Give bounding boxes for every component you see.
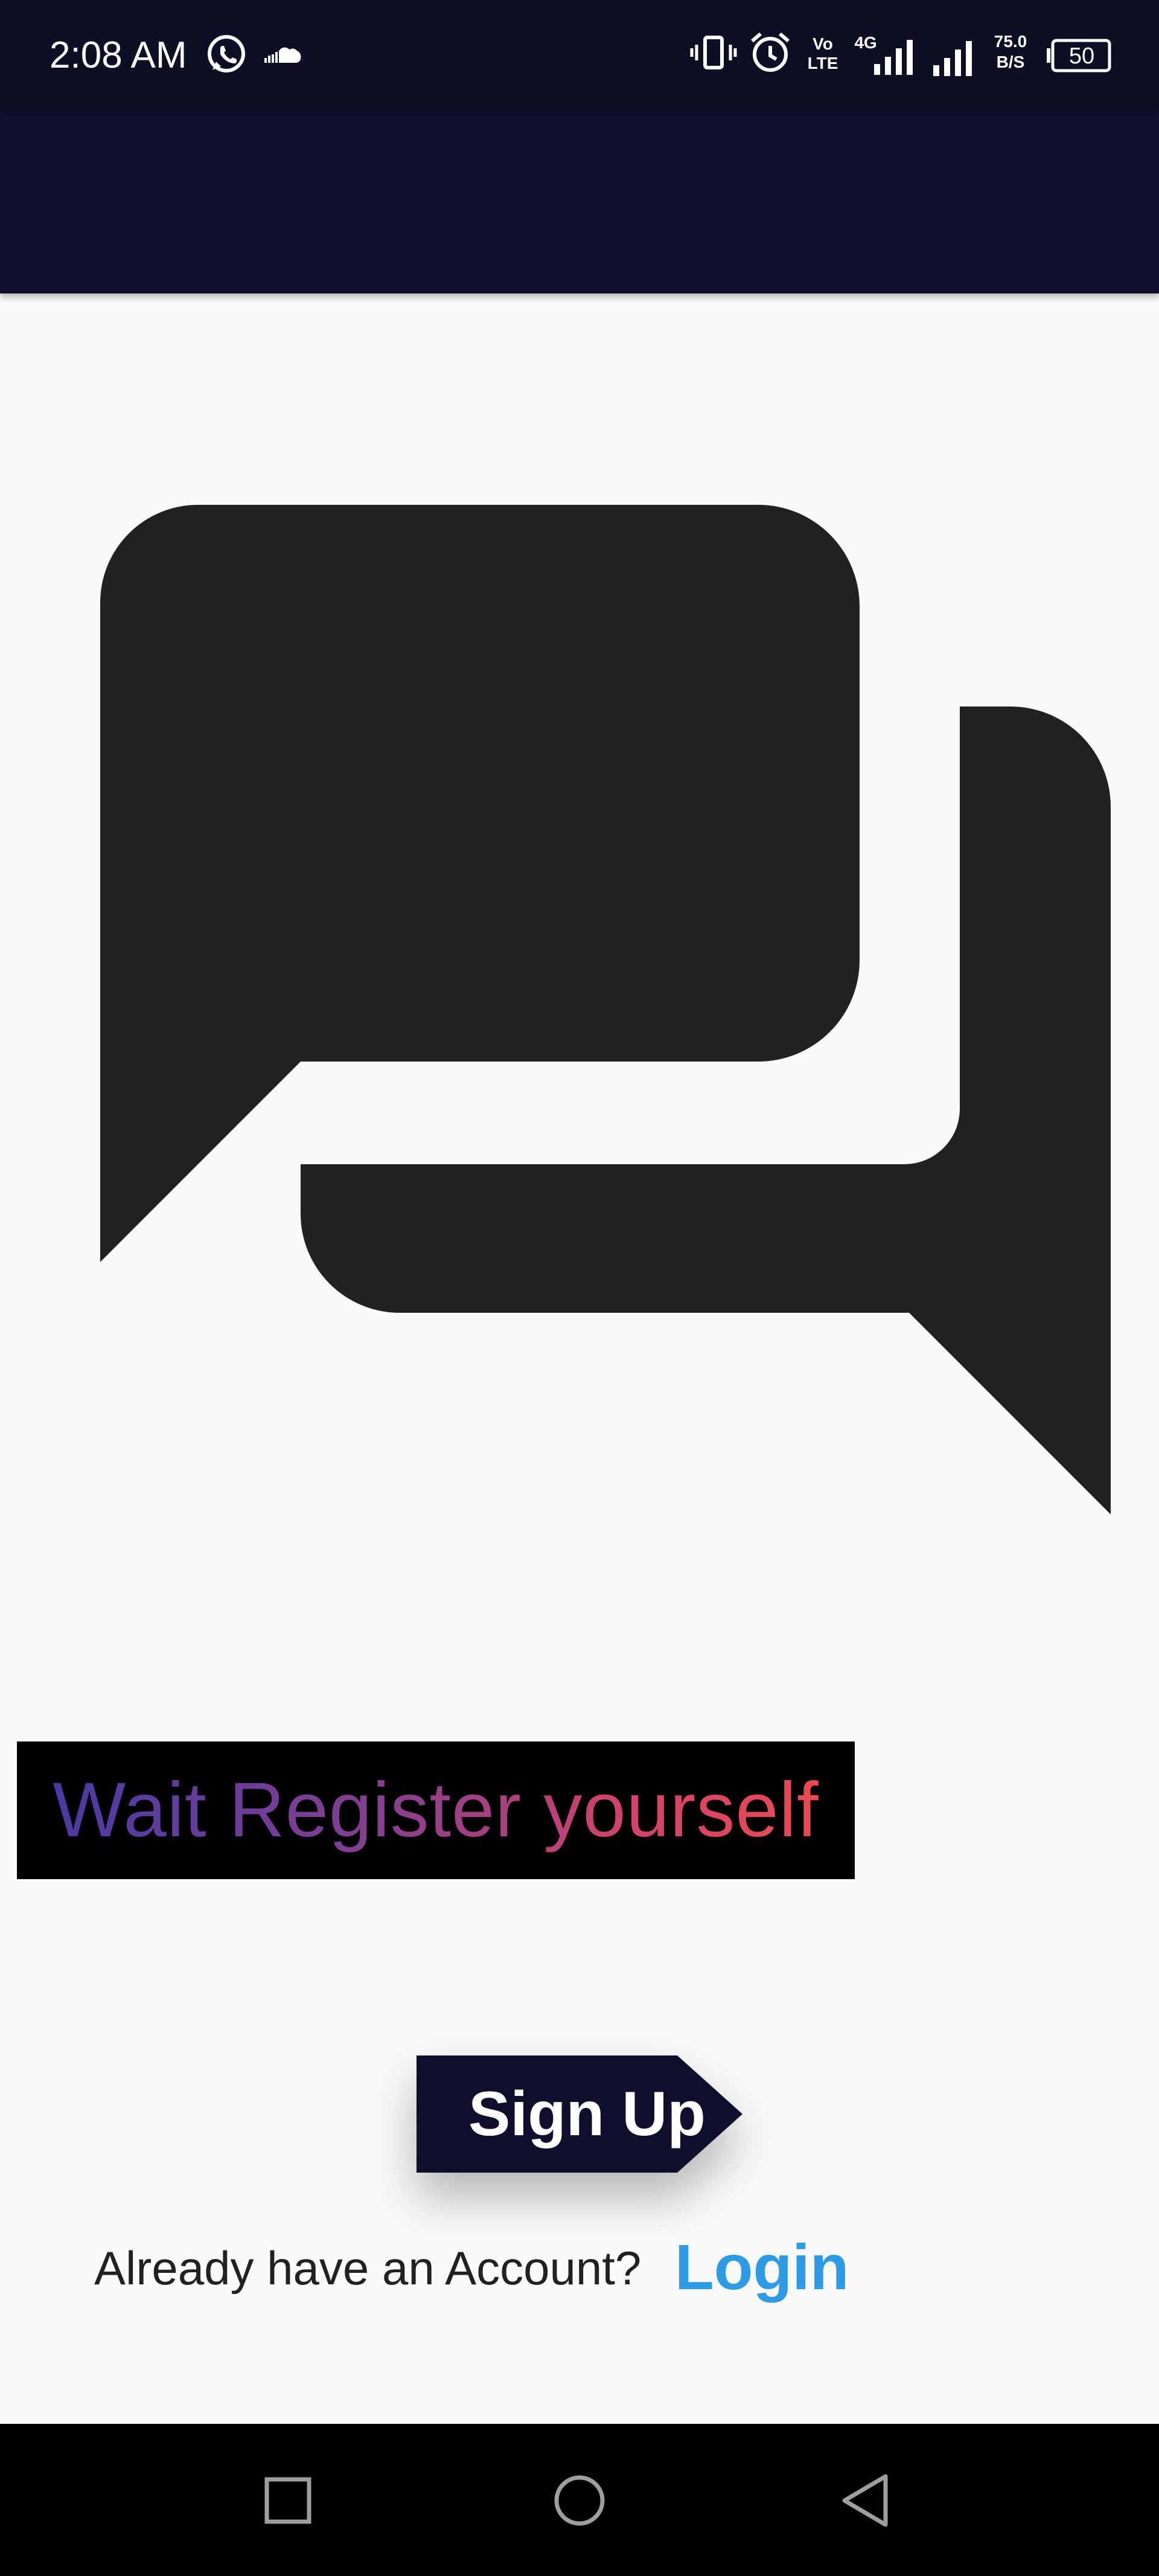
recent-apps-icon[interactable] (255, 2467, 321, 2534)
status-time: 2:08 AM (49, 34, 187, 76)
page-title: Wait Register yourself (53, 1765, 819, 1856)
network-speed: 75.0 B/S (988, 31, 1033, 80)
volte-label-top: Vo (813, 34, 833, 53)
speed-value: 75.0 (994, 32, 1027, 51)
alarm-icon (751, 32, 790, 72)
sign-up-label: Sign Up (468, 2079, 706, 2149)
speed-unit: B/S (996, 53, 1025, 71)
status-right-icons: Vo LTE 4G 75.0 B/S 50 (689, 29, 1112, 83)
home-icon[interactable] (546, 2467, 613, 2534)
sign-up-button[interactable]: Sign Up (417, 2055, 742, 2173)
app-bar (0, 112, 1159, 293)
title-banner: Wait Register yourself (17, 1741, 855, 1879)
whatsapp-icon (204, 33, 249, 77)
cloud-icon (261, 33, 305, 77)
navigation-bar (0, 2424, 1159, 2576)
signal-icon (933, 41, 972, 76)
volte-label-bottom: LTE (807, 54, 838, 72)
back-icon[interactable] (833, 2467, 899, 2534)
signal-4g-icon: 4G (851, 29, 918, 83)
already-have-account-text: Already have an Account? (94, 2241, 642, 2295)
battery-level: 50 (1068, 43, 1095, 69)
login-link[interactable]: Login (675, 2232, 849, 2303)
volte-icon: Vo LTE (802, 33, 844, 75)
status-bar: 2:08 AM Vo LTE 4G 75.0 B/S 50 (0, 0, 1159, 112)
chat-bubbles-icon (100, 505, 1111, 1514)
vibrate-icon (690, 36, 737, 69)
register-screen: 2:08 AM Vo LTE 4G 75.0 B/S 50 Wait Regis… (0, 0, 1159, 2576)
battery-icon: 50 (1046, 39, 1112, 72)
